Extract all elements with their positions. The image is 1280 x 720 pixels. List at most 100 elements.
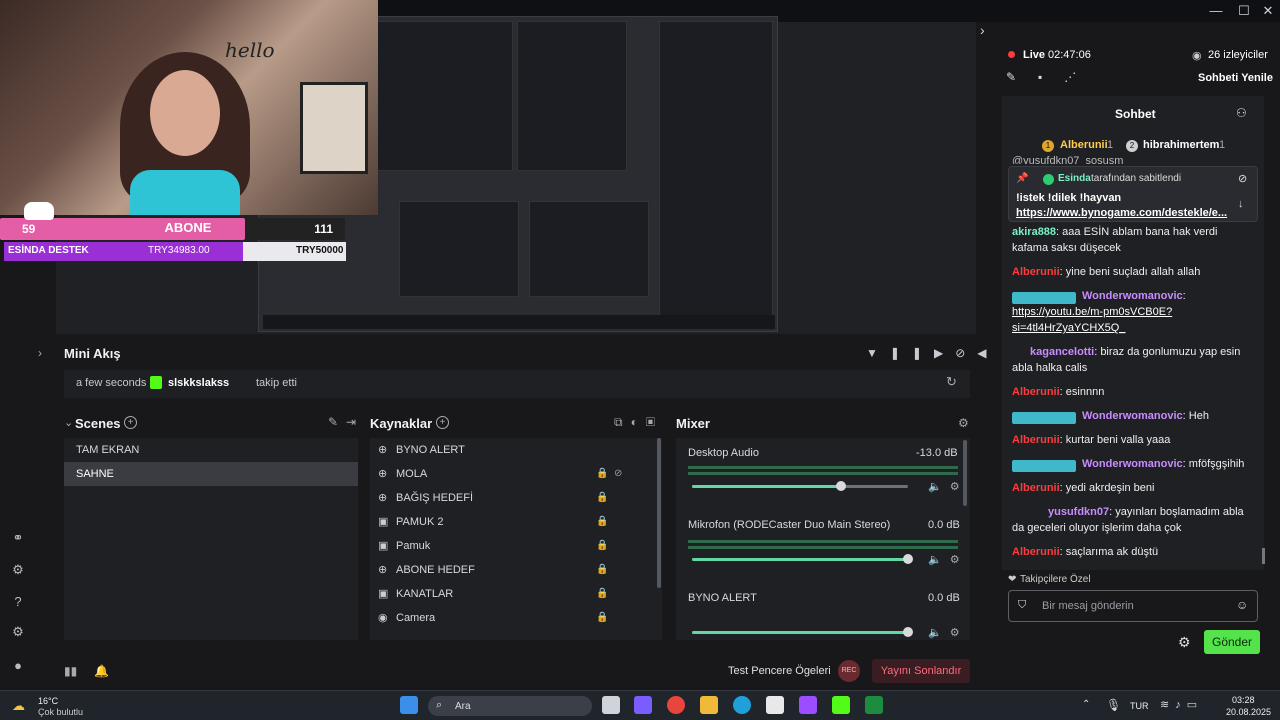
source-item[interactable]: ▣ PAMUK 2 🔒 — [370, 510, 662, 534]
lock-icon[interactable]: 🔒 — [596, 534, 608, 558]
refresh-chat-button[interactable]: Sohbeti Yenile — [1198, 72, 1273, 84]
lock-icon[interactable]: 🔒 — [596, 462, 608, 486]
source-item[interactable]: ⊕ BYNO ALERT — [370, 438, 662, 462]
mute-settings-icons[interactable]: 🔈⚙ — [928, 553, 968, 566]
help-icon[interactable]: ? — [8, 592, 28, 612]
volume-slider-knob[interactable] — [903, 554, 913, 564]
stream-action-icons[interactable]: ✎▪⋰ — [1006, 70, 1098, 84]
lock-icon[interactable]: 🔒 — [596, 582, 608, 606]
expand-pinned-icon[interactable]: ↓ — [1238, 198, 1244, 210]
tray-chevron-icon[interactable]: ⌃ — [1082, 699, 1090, 710]
chat-scrollbar[interactable] — [1262, 548, 1265, 564]
chat-link[interactable]: https://youtu.be/m-pm0sVCB0E?si=4tl4HrZy… — [1012, 306, 1172, 334]
language-indicator[interactable]: TUR — [1130, 701, 1149, 711]
store-icon[interactable] — [766, 696, 784, 714]
clock-date[interactable]: 20.08.2025 — [1226, 707, 1271, 717]
connect-icon[interactable]: ⚭ — [8, 528, 28, 548]
settings-icon[interactable]: ⚙ — [8, 622, 28, 642]
close-button[interactable]: ✕ — [1256, 2, 1280, 20]
chat-username[interactable]: Alberunii — [1012, 386, 1060, 398]
volume-slider-knob[interactable] — [903, 627, 913, 637]
test-widgets-label[interactable]: Test Pencere Ögeleri — [728, 665, 831, 677]
chat-username[interactable]: Alberunii — [1012, 482, 1060, 494]
chat-username[interactable]: kagancelotti — [1012, 346, 1094, 358]
plugin-icon[interactable]: ⚙ — [8, 560, 28, 580]
copilot-icon[interactable] — [634, 696, 652, 714]
emoji-icon[interactable]: ☺ — [1236, 598, 1248, 612]
chrome-icon[interactable] — [667, 696, 685, 714]
source-item[interactable]: ▣ KANATLAR 🔒 — [370, 582, 662, 606]
mute-settings-icons[interactable]: 🔈⚙ — [928, 626, 968, 639]
app-icon[interactable] — [799, 696, 817, 714]
chat-message: Alberunii: saçlarıma ak düştü — [1012, 546, 1159, 558]
mixer-scrollbar[interactable] — [963, 440, 967, 506]
chat-users-icon[interactable]: ⚇ — [1236, 106, 1247, 120]
clock-time[interactable]: 03:28 — [1232, 695, 1255, 705]
source-label: Camera — [396, 612, 436, 624]
lock-icon[interactable]: 🔒 — [596, 558, 608, 582]
lock-icon[interactable]: 🔒 — [596, 606, 608, 630]
source-item[interactable]: ⊕ ABONE HEDEF 🔒 — [370, 558, 662, 582]
rank-badge: 1 — [1042, 140, 1054, 152]
end-stream-button[interactable]: Yayını Sonlandır — [872, 659, 970, 683]
chat-text: saçlarıma ak düştü — [1065, 546, 1159, 558]
mute-settings-icons[interactable]: 🔈⚙ — [928, 480, 968, 493]
source-tools-icons[interactable]: ⧉◐▣ — [614, 415, 663, 430]
refresh-icon[interactable]: ↻ — [946, 374, 957, 390]
xbox-icon[interactable] — [865, 696, 883, 714]
notification-bell-icon[interactable]: 🔔 — [94, 664, 109, 678]
audio-meter — [688, 472, 958, 475]
volume-slider-knob[interactable] — [836, 481, 846, 491]
chat-settings-icon[interactable]: ⚙ — [1178, 634, 1191, 651]
windows-start-icon[interactable] — [400, 696, 418, 714]
source-item[interactable]: ◉ Camera 🔒 — [370, 606, 662, 630]
pinned-link[interactable]: https://www.bynogame.com/destekle/e... — [1016, 207, 1230, 219]
source-item[interactable]: ⊕ BAĞIŞ HEDEFİ 🔒 — [370, 486, 662, 510]
profile-icon[interactable]: ● — [8, 656, 28, 676]
chat-username[interactable]: Alberunii — [1012, 546, 1060, 558]
chat-username[interactable]: yusufdkn07 — [1012, 506, 1109, 518]
minimize-button[interactable]: — — [1204, 2, 1228, 20]
search-label[interactable]: Ara — [455, 701, 471, 712]
image-icon: ▣ — [378, 588, 389, 600]
viewers-eye-icon: ◉ — [1192, 50, 1202, 62]
chat-username[interactable]: Alberunii — [1012, 266, 1060, 278]
scene-tools-icons[interactable]: ✎⇥ — [328, 415, 364, 429]
chat-username[interactable]: akira888 — [1012, 226, 1056, 238]
add-source-icon[interactable]: + — [436, 416, 449, 429]
send-button[interactable]: Gönder — [1204, 630, 1260, 654]
edge-icon[interactable] — [733, 696, 751, 714]
maximize-button[interactable]: ☐ — [1232, 2, 1256, 20]
scenes-collapse-icon[interactable]: ⌄ — [64, 416, 73, 429]
hidden-eye-icon[interactable]: ⊘ — [614, 462, 622, 486]
stats-icon[interactable]: ▮▮ — [64, 664, 77, 678]
weather-desc[interactable]: Çok bulutlu — [38, 707, 83, 717]
expand-chevron-icon[interactable]: › — [38, 346, 42, 360]
taskbar-search[interactable] — [428, 696, 592, 716]
chat-text: kurtar beni valla yaaa — [1065, 434, 1171, 446]
chat-username[interactable]: Alberunii — [1012, 434, 1060, 446]
mixer-settings-icon[interactable]: ⚙ — [958, 416, 969, 430]
source-item[interactable]: ⊕ MOLA 🔒 ⊘ — [370, 462, 662, 486]
viewer-count: 26 izleyiciler — [1208, 49, 1268, 61]
weather-temp[interactable]: 16°C — [38, 696, 58, 706]
lock-icon[interactable]: 🔒 — [596, 510, 608, 534]
task-view-icon[interactable] — [602, 696, 620, 714]
streaming-app-icon[interactable] — [832, 696, 850, 714]
tray-icons[interactable]: ≋♪▭ — [1160, 698, 1203, 711]
add-scene-icon[interactable]: + — [124, 416, 137, 429]
source-item[interactable]: ▣ Pamuk 🔒 — [370, 534, 662, 558]
chat-input-placeholder[interactable]: Bir mesaj gönderin — [1042, 600, 1134, 612]
file-explorer-icon[interactable] — [700, 696, 718, 714]
unpin-icon[interactable]: ⊘ — [1238, 172, 1247, 185]
mini-akis-controls[interactable]: ▼❚❚▶⊘◀ — [866, 346, 999, 360]
mic-icon[interactable]: 🎙 — [1106, 698, 1121, 712]
audio-meter — [688, 546, 958, 549]
collapse-chevron-icon[interactable]: › — [980, 22, 992, 42]
record-button[interactable]: REC — [838, 660, 860, 682]
weather-icon[interactable]: ☁ — [12, 698, 25, 714]
scene-item-selected[interactable]: SAHNE — [64, 462, 358, 486]
scene-item[interactable]: TAM EKRAN — [64, 438, 358, 462]
sources-scrollbar[interactable] — [657, 438, 661, 588]
lock-icon[interactable]: 🔒 — [596, 486, 608, 510]
